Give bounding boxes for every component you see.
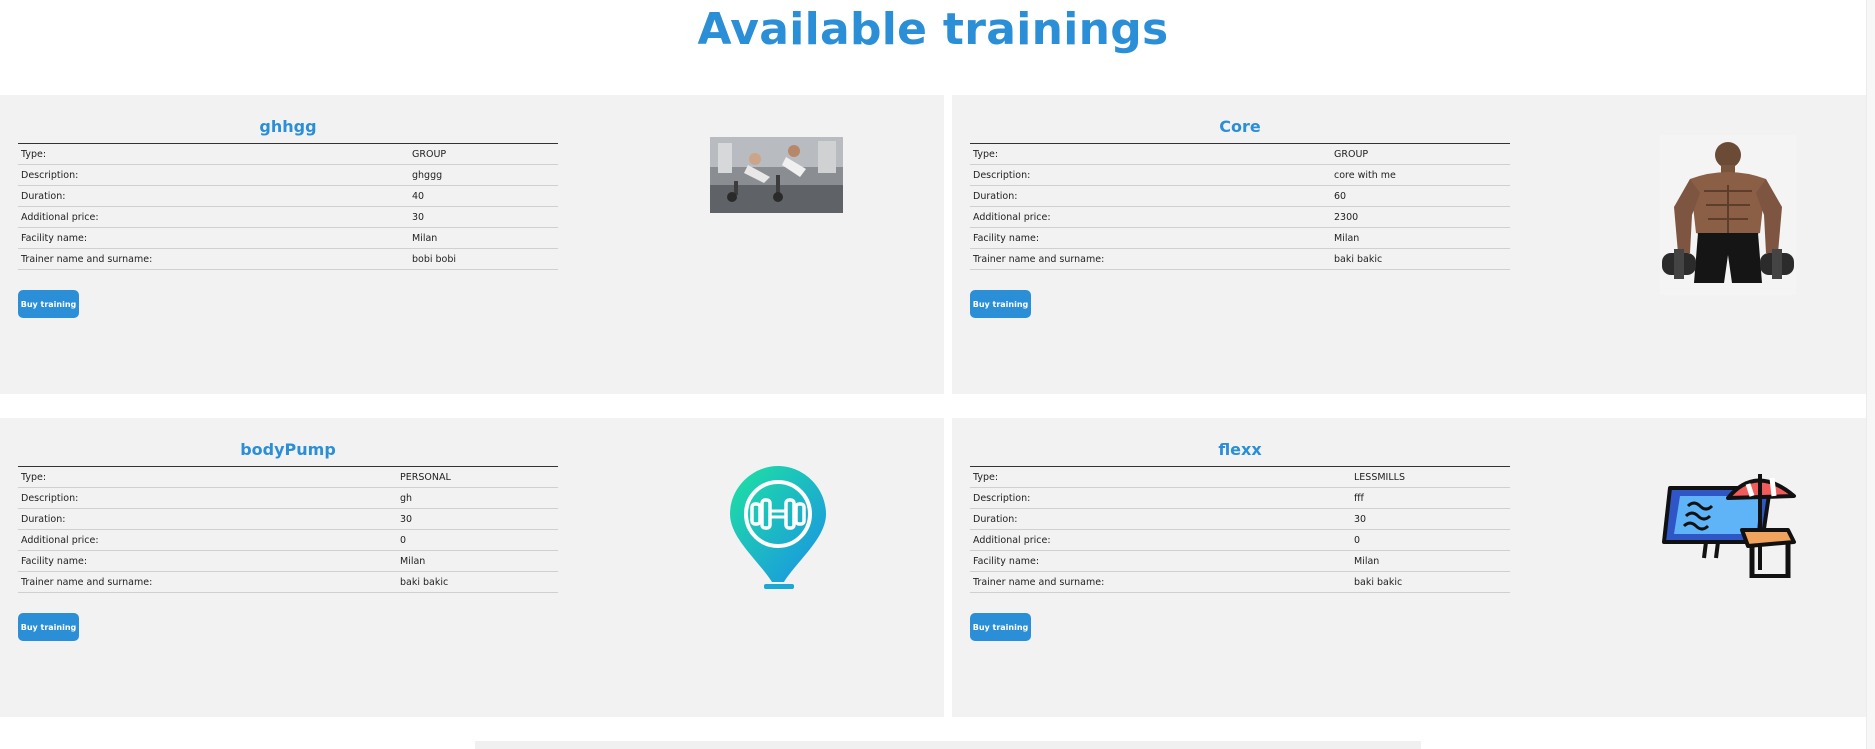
trainer-label: Trainer name and surname: (970, 248, 1331, 270)
description-value: ghggg (409, 164, 558, 186)
bodybuilder-photo (1660, 135, 1796, 295)
facility-value: Milan (397, 550, 558, 572)
buy-training-button[interactable]: Buy training (18, 290, 79, 318)
facility-label: Facility name: (970, 227, 1331, 249)
type-value: GROUP (1331, 143, 1510, 165)
table-row: Facility name: Milan (18, 227, 558, 249)
scrollbar[interactable] (1866, 0, 1875, 749)
table-row: Duration: 30 (18, 508, 558, 530)
training-card: Core Type: GROUP Description: core with me… (952, 95, 1866, 394)
description-label: Description: (18, 164, 409, 186)
duration-value: 30 (397, 508, 558, 530)
training-name: ghhgg (259, 117, 317, 136)
buy-training-button[interactable]: Buy training (18, 613, 79, 641)
type-value: GROUP (409, 143, 558, 165)
additional-price-label: Additional price: (18, 529, 397, 551)
duration-value: 60 (1331, 185, 1510, 207)
duration-label: Duration: (970, 508, 1351, 530)
description-label: Description: (970, 487, 1351, 509)
type-label: Type: (970, 143, 1331, 165)
training-details-table: Type: GROUP Description: ghggg Duration: 40… (18, 143, 558, 270)
training-card: flexx Type: LESSMILLS Description: fff Dur… (952, 418, 1866, 717)
table-row: Description: core with me (970, 164, 1510, 186)
table-row: Description: gh (18, 487, 558, 509)
page-title: Available trainings (697, 4, 1169, 55)
additional-price-value: 30 (409, 206, 558, 228)
description-value: fff (1351, 487, 1510, 509)
type-label: Type: (18, 143, 409, 165)
facility-label: Facility name: (970, 550, 1351, 572)
table-row: Facility name: Milan (18, 550, 558, 572)
trainer-value: baki bakic (1351, 571, 1510, 593)
training-name: bodyPump (240, 440, 336, 459)
duration-label: Duration: (18, 185, 409, 207)
table-row: Trainer name and surname: baki bakic (970, 248, 1510, 270)
table-row: Description: ghggg (18, 164, 558, 186)
table-row: Additional price: 0 (970, 529, 1510, 551)
table-row: Type: PERSONAL (18, 466, 558, 488)
people-training-photo (710, 137, 843, 213)
dumbbell-pin-icon (730, 466, 826, 589)
table-row: Duration: 30 (970, 508, 1510, 530)
facility-label: Facility name: (18, 227, 409, 249)
type-value: LESSMILLS (1351, 466, 1510, 488)
table-row: Type: GROUP (970, 143, 1510, 165)
training-details-table: Type: PERSONAL Description: gh Duration: 30… (18, 466, 558, 593)
type-label: Type: (970, 466, 1351, 488)
additional-price-label: Additional price: (970, 206, 1331, 228)
facility-label: Facility name: (18, 550, 397, 572)
trainer-label: Trainer name and surname: (970, 571, 1351, 593)
trainer-value: baki bakic (1331, 248, 1510, 270)
table-row: Additional price: 30 (18, 206, 558, 228)
table-row: Trainer name and surname: baki bakic (970, 571, 1510, 593)
table-row: Duration: 40 (18, 185, 558, 207)
description-label: Description: (18, 487, 397, 509)
table-row: Description: fff (970, 487, 1510, 509)
table-row: Type: LESSMILLS (970, 466, 1510, 488)
additional-price-value: 0 (397, 529, 558, 551)
table-row: Type: GROUP (18, 143, 558, 165)
trainer-label: Trainer name and surname: (18, 571, 397, 593)
trainer-label: Trainer name and surname: (18, 248, 409, 270)
table-row: Additional price: 0 (18, 529, 558, 551)
facility-value: Milan (409, 227, 558, 249)
buy-training-button[interactable]: Buy training (970, 613, 1031, 641)
description-label: Description: (970, 164, 1331, 186)
table-row: Facility name: Milan (970, 227, 1510, 249)
type-label: Type: (18, 466, 397, 488)
description-value: gh (397, 487, 558, 509)
training-details-table: Type: GROUP Description: core with me Dura… (970, 143, 1510, 270)
training-card: ghhgg Type: GROUP Description: ghggg Durat… (0, 95, 944, 394)
bottom-container-edge (475, 741, 1421, 749)
table-row: Additional price: 2300 (970, 206, 1510, 228)
additional-price-label: Additional price: (18, 206, 409, 228)
additional-price-value: 2300 (1331, 206, 1510, 228)
additional-price-label: Additional price: (970, 529, 1351, 551)
table-row: Facility name: Milan (970, 550, 1510, 572)
facility-value: Milan (1331, 227, 1510, 249)
type-value: PERSONAL (397, 466, 558, 488)
table-row: Trainer name and surname: baki bakic (18, 571, 558, 593)
training-name: Core (1219, 117, 1261, 136)
table-row: Trainer name and surname: bobi bobi (18, 248, 558, 270)
trainer-value: baki bakic (397, 571, 558, 593)
duration-value: 40 (409, 185, 558, 207)
training-name: flexx (1218, 440, 1262, 459)
training-details-table: Type: LESSMILLS Description: fff Duration:… (970, 466, 1510, 593)
additional-price-value: 0 (1351, 529, 1510, 551)
facility-value: Milan (1351, 550, 1510, 572)
duration-value: 30 (1351, 508, 1510, 530)
table-row: Duration: 60 (970, 185, 1510, 207)
duration-label: Duration: (18, 508, 397, 530)
buy-training-button[interactable]: Buy training (970, 290, 1031, 318)
duration-label: Duration: (970, 185, 1331, 207)
pool-umbrella-icon (1662, 474, 1796, 578)
training-card: bodyPump Type: PERSONAL Description: gh Du… (0, 418, 944, 717)
trainer-value: bobi bobi (409, 248, 558, 270)
description-value: core with me (1331, 164, 1510, 186)
